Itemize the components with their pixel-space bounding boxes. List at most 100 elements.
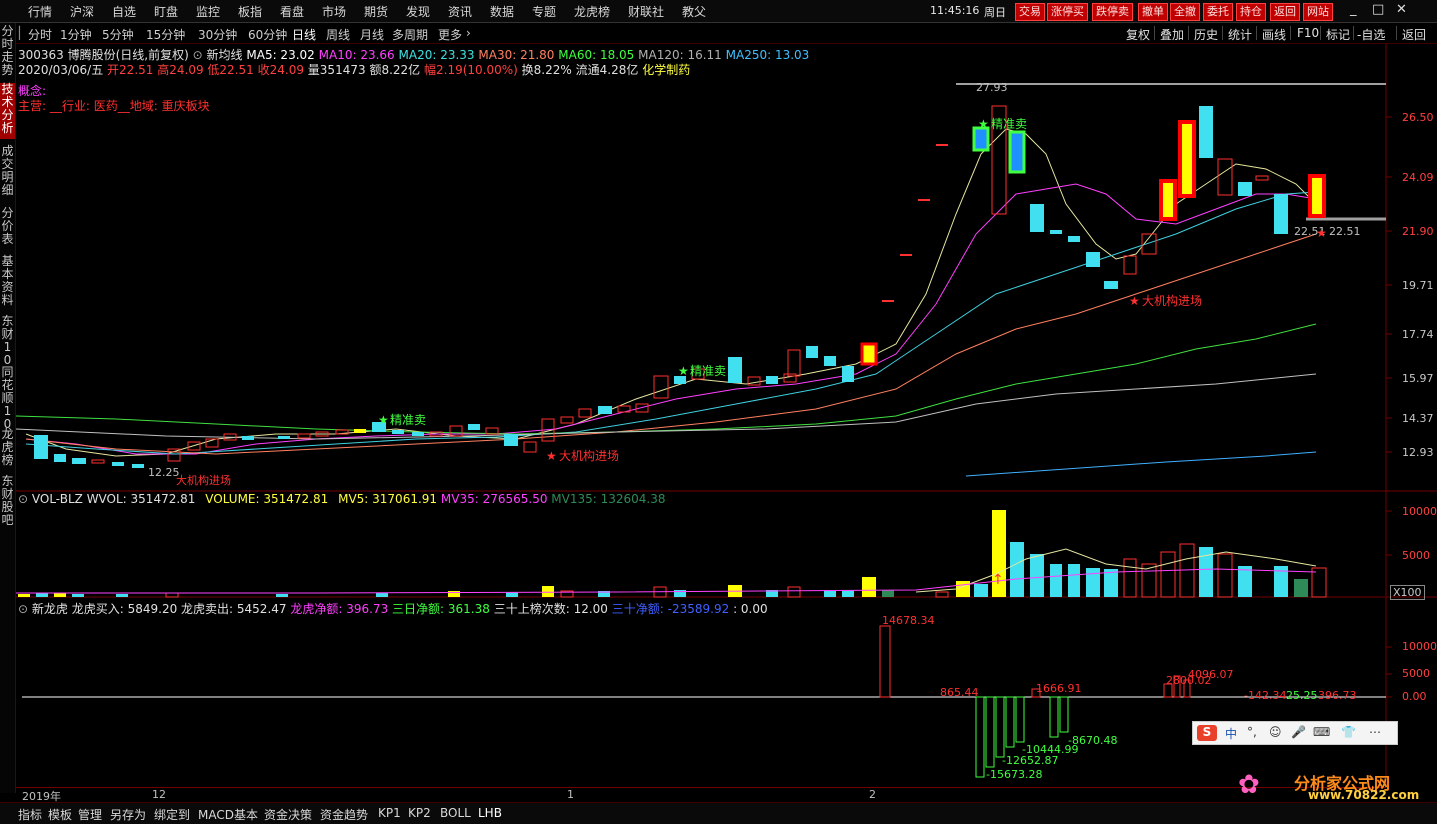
watermark: ✿ 分析家公式网 www.70822.com [1238, 770, 1437, 802]
cancel-all-button[interactable]: 全撤 [1170, 3, 1200, 21]
tool-mark[interactable]: 标记 [1326, 26, 1350, 43]
menu-jiaofu[interactable]: 教父 [682, 3, 706, 20]
tab-monthly[interactable]: 月线 [360, 26, 384, 43]
ime-emoji-icon[interactable]: ☺ [1269, 725, 1282, 739]
volume-bars [18, 510, 1327, 598]
btab-indicator[interactable]: 指标 [18, 806, 42, 823]
kline-chart[interactable]: 27.93 12.25 大机构进场 ★ 精准卖 ★ 精准卖 ★ 精准卖 ★ 大机… [16, 44, 1437, 802]
dragon-tick: 0.00 [1402, 690, 1427, 703]
divider [1154, 26, 1155, 40]
divider [1290, 26, 1291, 40]
tab-more[interactable]: 更多 [438, 26, 462, 43]
tab-multi-period[interactable]: 多周期 [392, 26, 428, 43]
menu-faxian[interactable]: 发现 [406, 3, 430, 20]
volume-indicator-name: VOL-BLZ [31, 492, 83, 506]
left-tab-tonghuashun10[interactable]: 同花顺10 [0, 366, 15, 431]
menu-hushen[interactable]: 沪深 [70, 3, 94, 20]
ime-skin-icon[interactable]: 👕 [1341, 725, 1356, 739]
dragon-count-value: 三十上榜次数: 12.00 [493, 602, 608, 616]
btab-macd[interactable]: MACD基本 [198, 806, 258, 823]
ime-punctuation-icon[interactable]: °, [1247, 725, 1257, 739]
menu-shuju[interactable]: 数据 [490, 3, 514, 20]
menu-qihuo[interactable]: 期货 [364, 3, 388, 20]
tool-stats[interactable]: 统计 [1228, 26, 1252, 43]
btab-fund-decision[interactable]: 资金决策 [264, 806, 312, 823]
tab-fenshi[interactable]: 分时 [28, 26, 52, 43]
dragon-tick: 5000 [1402, 667, 1430, 680]
menu-kanpan[interactable]: 看盘 [280, 3, 304, 20]
close-icon[interactable]: ✕ [1396, 2, 1407, 17]
tool-overlay[interactable]: 叠加 [1160, 26, 1184, 43]
menu-dingpan[interactable]: 盯盘 [154, 3, 178, 20]
ma120-line [16, 373, 1317, 440]
tab-15min[interactable]: 15分钟 [146, 26, 185, 43]
trade-button[interactable]: 交易 [1015, 3, 1045, 21]
orders-button[interactable]: 委托 [1203, 3, 1233, 21]
menu-jiankong[interactable]: 监控 [196, 3, 220, 20]
ime-toolbar[interactable]: S 中 °, ☺ 🎤 ⌨ 👕 ⋯ [1192, 721, 1398, 745]
left-tab-technical[interactable]: 技术分析 [0, 83, 15, 139]
tab-5min[interactable]: 5分钟 [102, 26, 134, 43]
cancel-order-button[interactable]: 撤单 [1138, 3, 1168, 21]
ime-keyboard-icon[interactable]: ⌨ [1313, 725, 1330, 739]
return-button[interactable]: 返回 [1270, 3, 1300, 21]
menu-shichang[interactable]: 市场 [322, 3, 346, 20]
btab-fund-trend[interactable]: 资金趋势 [320, 806, 368, 823]
left-tab-price-table[interactable]: 分价表 [0, 207, 15, 249]
left-tab-trades[interactable]: 成交明细 [0, 145, 15, 201]
website-button[interactable]: 网站 [1303, 3, 1333, 21]
tool-history[interactable]: 历史 [1194, 26, 1218, 43]
menu-hangqing[interactable]: 行情 [28, 3, 52, 20]
chevron-right-icon[interactable]: › [466, 26, 471, 40]
menu-zixuan[interactable]: 自选 [112, 3, 136, 20]
tool-fuquan[interactable]: 复权 [1126, 26, 1150, 43]
menu-cailianshe[interactable]: 财联社 [628, 3, 664, 20]
dragon-buy-value: 龙虎买入: 5849.20 [71, 602, 178, 616]
btab-template[interactable]: 模板 [48, 806, 72, 823]
tab-1min[interactable]: 1分钟 [60, 26, 92, 43]
btab-save-as[interactable]: 另存为 [110, 806, 146, 823]
limit-down-sell-button[interactable]: 跌停卖 [1092, 3, 1133, 21]
btab-kp2[interactable]: KP2 [408, 806, 431, 820]
left-tab-dongcai10[interactable]: 东财10 [0, 315, 15, 367]
tool-draw[interactable]: 画线 [1262, 26, 1286, 43]
left-tab-guba[interactable]: 东财股吧 [0, 475, 15, 531]
tab-weekly[interactable]: 周线 [326, 26, 350, 43]
menu-banzhi[interactable]: 板指 [238, 3, 262, 20]
tab-30min[interactable]: 30分钟 [198, 26, 237, 43]
sell-signal-label: 精准卖 [991, 117, 1027, 131]
btab-boll[interactable]: BOLL [440, 806, 471, 820]
tab-60min[interactable]: 60分钟 [248, 26, 287, 43]
dropdown-circle-icon[interactable]: ⊙ [18, 602, 28, 616]
btab-kp1[interactable]: KP1 [378, 806, 401, 820]
ime-more-icon[interactable]: ⋯ [1369, 725, 1381, 739]
ma20-line [25, 191, 1317, 455]
tool-f10[interactable]: F10 [1297, 26, 1319, 40]
arrow-up-icon: ↑ [992, 572, 1004, 588]
sogou-logo-icon[interactable]: S [1197, 725, 1217, 741]
tool-remove-watchlist[interactable]: -自选 [1357, 26, 1385, 43]
dragon-sell-value: 龙虎卖出: 5452.47 [181, 602, 287, 616]
btab-manage[interactable]: 管理 [78, 806, 102, 823]
left-tab-fundamentals[interactable]: 基本资料 [0, 255, 15, 311]
left-tab-longhubang[interactable]: 龙虎榜 [0, 428, 15, 472]
menu-zhuanti[interactable]: 专题 [532, 3, 556, 20]
dragon-tick: 10000 [1402, 640, 1437, 653]
ma10-line [25, 183, 1317, 455]
limit-up-buy-button[interactable]: 涨停买 [1047, 3, 1088, 21]
timeframe-toolbar: ▏ 分时 1分钟 5分钟 15分钟 30分钟 60分钟 日线 周线 月线 多周期… [16, 23, 1437, 44]
tab-daily[interactable]: 日线 [292, 26, 316, 43]
menu-longhubang[interactable]: 龙虎榜 [574, 3, 610, 20]
minimize-icon[interactable]: _ [1350, 2, 1357, 17]
ime-chinese-icon[interactable]: 中 [1225, 725, 1237, 742]
menu-zixun[interactable]: 资讯 [448, 3, 472, 20]
maximize-icon[interactable]: □ [1372, 2, 1384, 17]
left-tab-fenshi[interactable]: 分时走势 [0, 25, 15, 79]
positions-button[interactable]: 持仓 [1236, 3, 1266, 21]
btab-lhb[interactable]: LHB [478, 806, 502, 820]
ime-voice-icon[interactable]: 🎤 [1291, 725, 1306, 739]
dropdown-circle-icon[interactable]: ⊙ [18, 492, 28, 506]
axis-ticks [1386, 116, 1392, 698]
btab-bind[interactable]: 绑定到 [154, 806, 190, 823]
tool-back[interactable]: 返回 [1402, 26, 1426, 43]
